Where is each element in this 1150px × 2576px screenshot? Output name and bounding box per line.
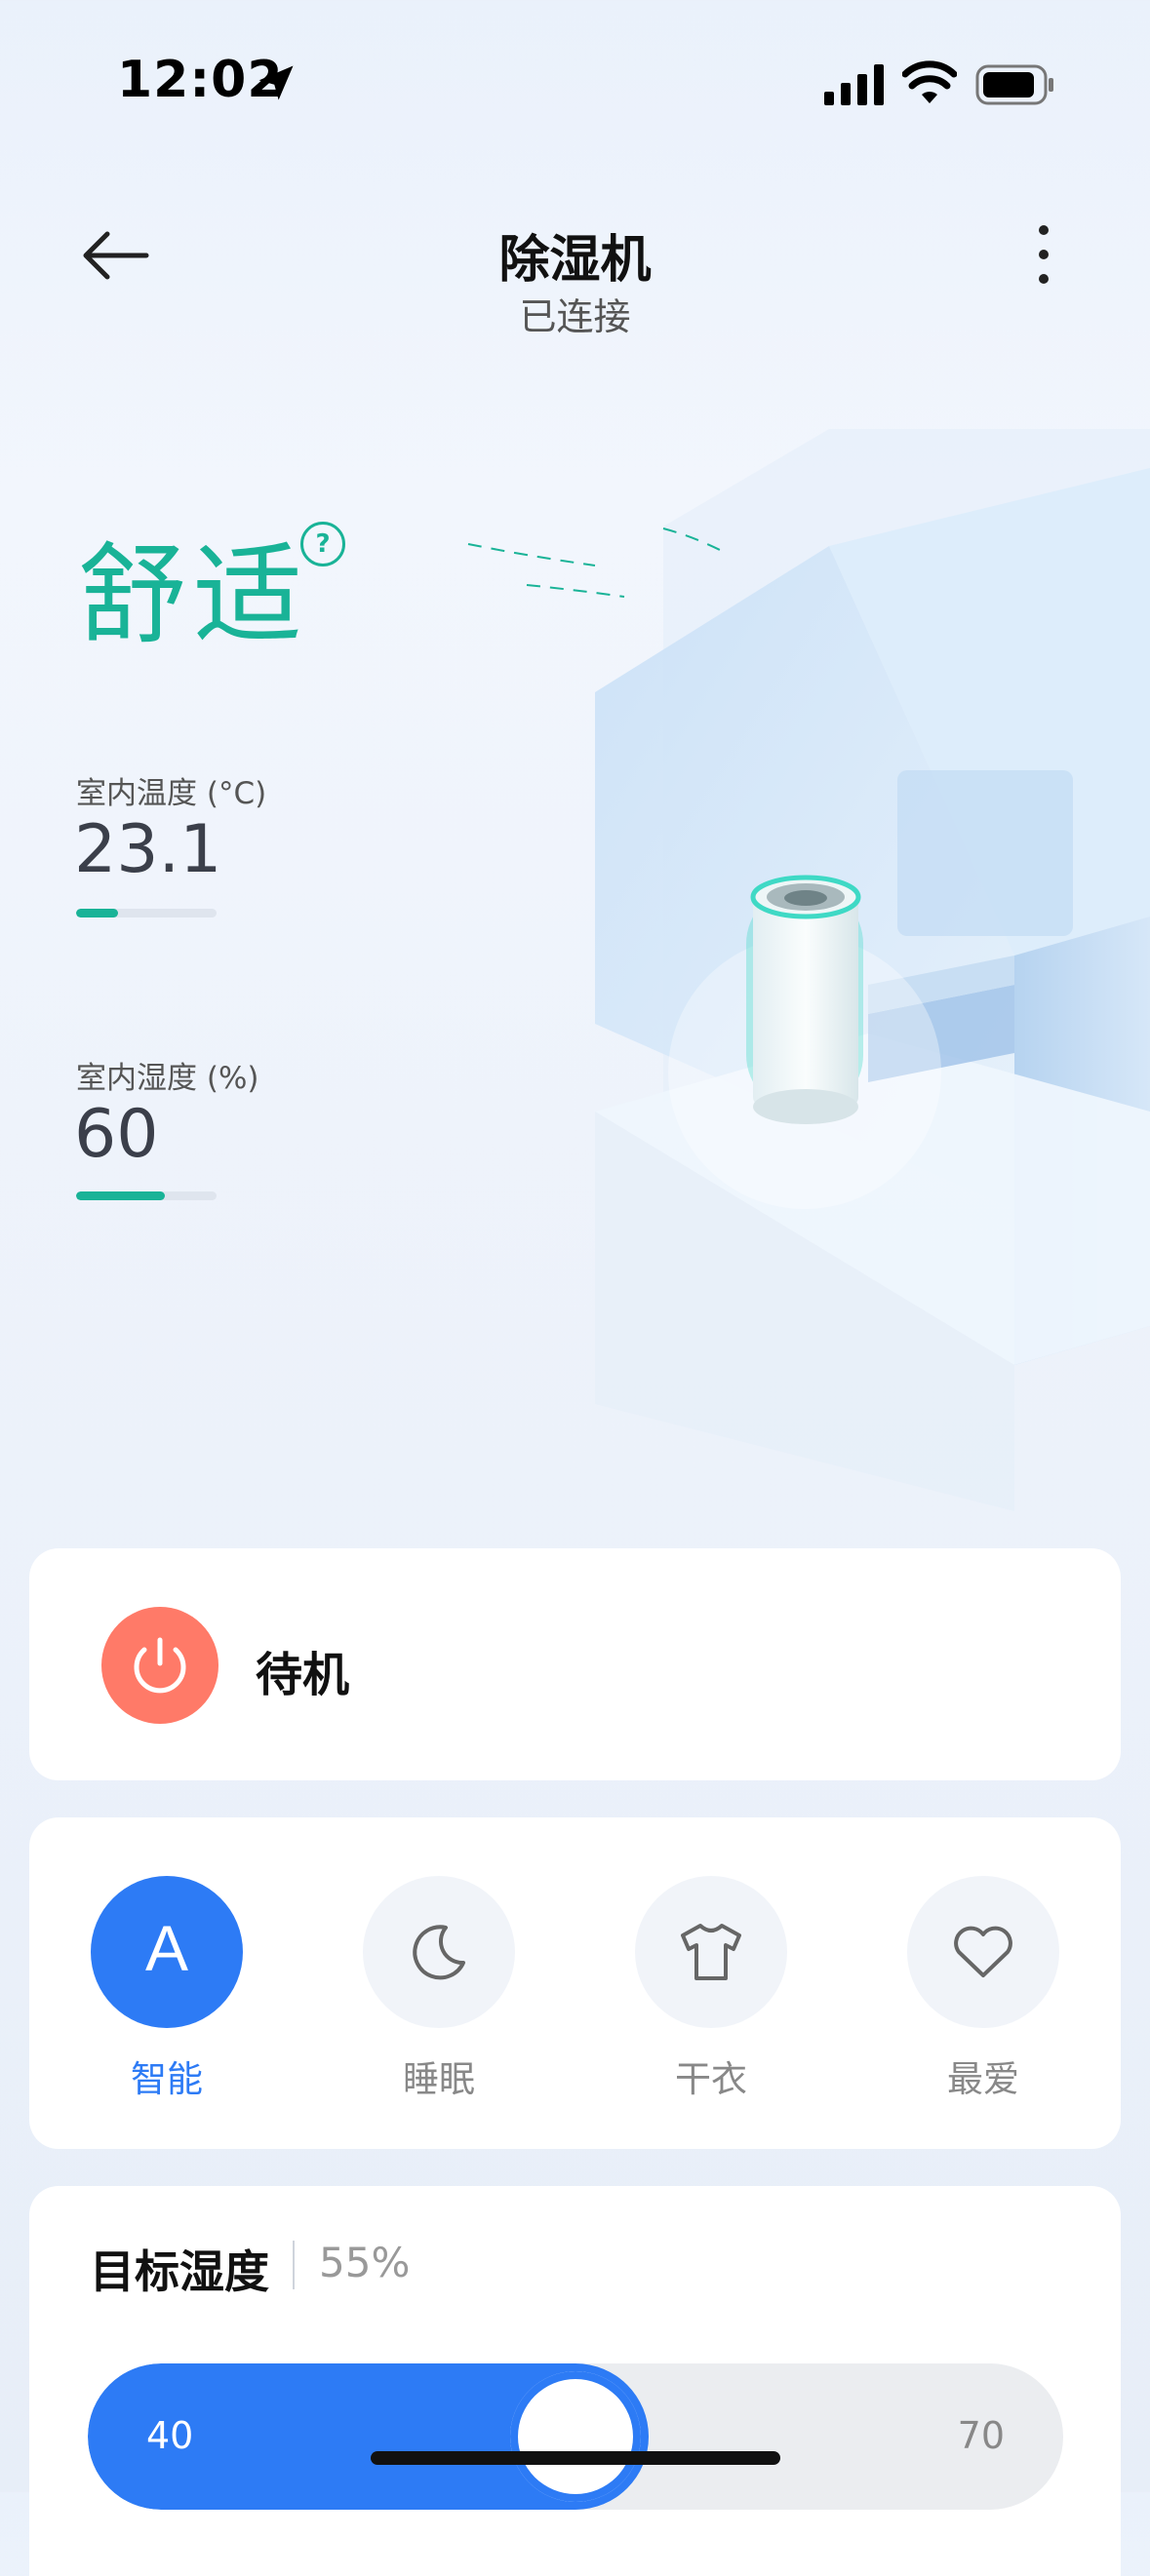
mode-dry-clothes[interactable]: 干衣 <box>633 1876 789 2102</box>
mode-sleep-label: 睡眠 <box>403 2058 475 2100</box>
comfort-status: 舒适 <box>78 532 308 659</box>
power-icon <box>134 1637 186 1694</box>
target-humidity-title: 目标湿度 <box>90 2245 269 2298</box>
page-title: 除湿机 <box>498 231 652 290</box>
dehumidifier-room-illustration <box>467 429 1150 1511</box>
mode-smart-circle[interactable]: A <box>91 1876 243 2028</box>
help-icon[interactable]: ? <box>300 522 345 566</box>
mode-smart-label: 智能 <box>131 2058 203 2100</box>
mode-favorite-circle[interactable] <box>907 1876 1059 2028</box>
target-humidity-value: 55% <box>319 2239 411 2286</box>
temperature-label: 室内温度 (°C) <box>76 776 267 811</box>
home-indicator[interactable] <box>371 2451 780 2465</box>
humidity-slider-handle[interactable] <box>510 2371 641 2502</box>
power-status-label: 待机 <box>256 1648 350 1702</box>
cellular-signal-icon <box>824 64 884 105</box>
humidity-bar-fill <box>76 1191 165 1200</box>
mode-dry-clothes-label: 干衣 <box>675 2058 747 2100</box>
divider <box>293 2241 295 2289</box>
auto-icon: A <box>144 1912 189 1984</box>
power-card: 待机 <box>29 1548 1121 1780</box>
more-options-icon[interactable] <box>1014 220 1073 289</box>
humidity-bar <box>76 1191 217 1200</box>
battery-icon <box>975 64 1053 105</box>
wifi-icon <box>902 60 957 103</box>
temperature-bar-fill <box>76 909 119 917</box>
mode-dry-clothes-circle[interactable] <box>635 1876 787 2028</box>
temperature-bar <box>76 909 217 917</box>
heart-icon <box>954 1926 1012 1977</box>
mode-favorite[interactable]: 最爱 <box>905 1876 1061 2102</box>
slider-max-label: 70 <box>957 2414 1005 2457</box>
location-arrow-icon <box>258 65 294 100</box>
power-button[interactable] <box>101 1607 218 1724</box>
mode-favorite-label: 最爱 <box>947 2058 1019 2100</box>
humidity-slider[interactable]: 40 70 <box>88 2363 1063 2510</box>
mode-smart[interactable]: A 智能 <box>89 1876 245 2102</box>
mode-sleep[interactable]: 睡眠 <box>361 1876 517 2102</box>
mode-card: A 智能 睡眠 干衣 最爱 <box>29 1817 1121 2149</box>
connection-status: 已连接 <box>519 295 631 338</box>
moon-icon <box>413 1925 465 1980</box>
humidity-value: 60 <box>74 1096 159 1173</box>
mode-sleep-circle[interactable] <box>363 1876 515 2028</box>
slider-min-label: 40 <box>146 2414 194 2457</box>
humidity-label: 室内湿度 (%) <box>76 1061 259 1096</box>
shirt-icon <box>681 1924 741 1980</box>
target-humidity-card: 目标湿度 55% 40 70 <box>29 2186 1121 2576</box>
temperature-value: 23.1 <box>74 811 222 888</box>
